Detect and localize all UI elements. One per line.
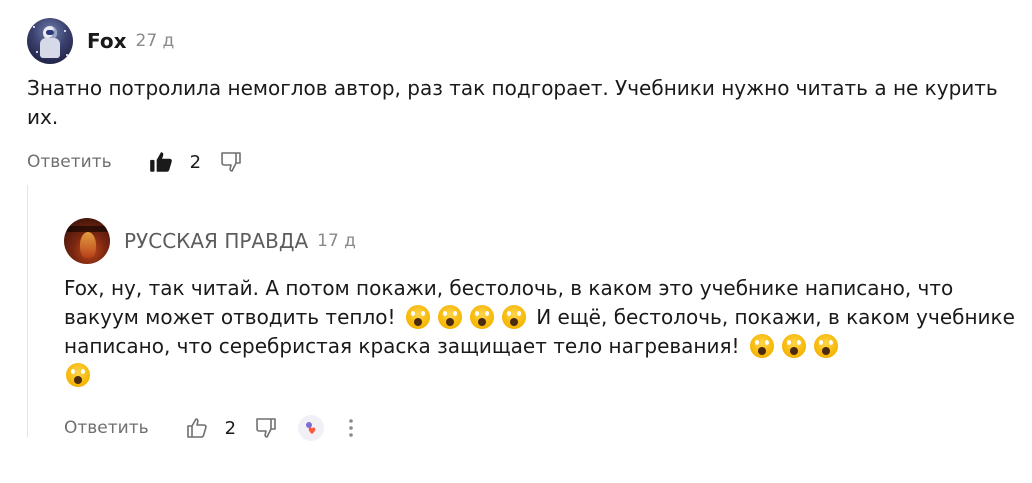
comment-header: Fox 27 д — [27, 12, 1017, 70]
like-count: 2 — [189, 151, 202, 173]
comment-text: Fox, ну, так читай. А потом покажи, бест… — [64, 274, 1019, 390]
thumbs-up-filled-icon — [149, 152, 172, 172]
thread-line — [27, 185, 28, 437]
scream-emoji-icon — [437, 305, 462, 329]
reply-button[interactable]: Ответить — [64, 418, 149, 438]
comment: Fox 27 д Знатно потролила немоглов автор… — [27, 12, 1017, 182]
comment-actions: Ответить 2 — [64, 408, 1019, 448]
author-reaction-badge — [298, 415, 325, 441]
author-name[interactable]: РУССКАЯ ПРАВДА — [124, 229, 308, 253]
like-count: 2 — [224, 417, 237, 439]
more-options-icon[interactable] — [348, 418, 354, 438]
thumbs-down-icon — [221, 152, 241, 172]
comment-time: 27 д — [135, 31, 175, 51]
comment-time: 17 д — [317, 231, 356, 251]
scream-emoji-icon — [749, 334, 774, 358]
comment-text: Знатно потролила немоглов автор, раз так… — [27, 76, 998, 129]
avatar[interactable] — [64, 218, 110, 264]
comment-actions: Ответить 2 — [27, 142, 1017, 182]
thumbs-up-icon — [186, 418, 207, 438]
scream-emoji-icon — [66, 363, 90, 387]
scream-emoji-icon — [469, 305, 494, 329]
dislike-button[interactable] — [219, 150, 243, 174]
scream-emoji-icon — [405, 305, 430, 329]
dislike-button[interactable] — [254, 416, 278, 440]
heart-icon — [306, 422, 316, 434]
comment-header: РУССКАЯ ПРАВДА 17 д — [64, 212, 1019, 270]
scream-emoji-icon — [781, 334, 806, 358]
avatar[interactable] — [27, 18, 73, 64]
author-name[interactable]: Fox — [87, 29, 127, 53]
scream-emoji-icon — [813, 334, 838, 358]
scream-emoji-icon — [501, 305, 526, 329]
like-button[interactable] — [148, 149, 174, 175]
reply-button[interactable]: Ответить — [27, 152, 112, 172]
reply-comment: РУССКАЯ ПРАВДА 17 д Fox, ну, так читай. … — [64, 212, 1019, 448]
thumbs-down-icon — [256, 418, 276, 438]
like-button[interactable] — [185, 416, 209, 440]
